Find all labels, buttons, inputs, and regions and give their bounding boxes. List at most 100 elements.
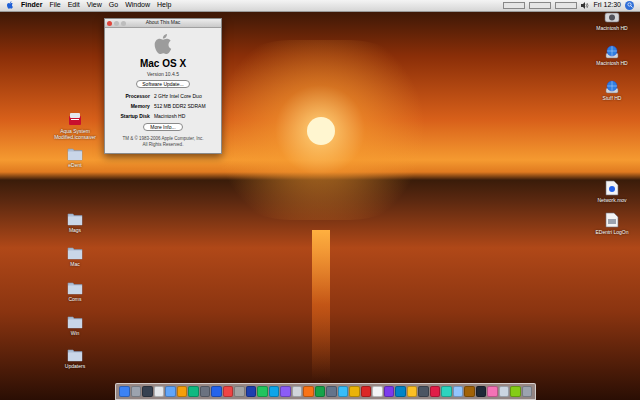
window-body: Mac OS XVersion 10.4.5Software Update...… [105,28,221,153]
dock-item-icon[interactable] [246,386,257,397]
spec-value: 2 GHz Intel Core Duo [154,93,206,99]
dock-item-icon[interactable] [269,386,280,397]
dock-item-icon[interactable] [211,386,222,397]
desktop-icon-label: Win [49,330,101,336]
folder-icon [67,147,83,161]
dock-item-icon[interactable] [223,386,234,397]
dock-item-icon[interactable] [476,386,487,397]
desktop-icon-label: Macintosh HD [586,25,638,31]
dock-item-icon[interactable] [154,386,165,397]
folder-icon [67,246,83,260]
title-bar[interactable]: About This Mac [105,19,221,28]
desktop-icon-label: Mags [49,227,101,233]
menu-item[interactable]: Go [109,0,118,11]
dock-item-icon[interactable] [395,386,406,397]
memory-meter [529,2,551,9]
menu-item[interactable]: Help [157,0,171,11]
desktop-icon[interactable]: Coms [49,281,101,302]
dock-item-icon[interactable] [510,386,521,397]
dock-item-icon[interactable] [499,386,510,397]
menu-item[interactable]: View [87,0,102,11]
dock-item-icon[interactable] [441,386,452,397]
desktop-icon[interactable]: Network.mov [586,180,638,203]
desktop-icon[interactable]: Macintosh HD [586,45,638,66]
spec-label: Startup Disk [120,113,149,119]
dock-item-icon[interactable] [384,386,395,397]
dock-item-icon[interactable] [361,386,372,397]
zoom-button [121,21,126,26]
menu-item[interactable]: Finder [21,0,42,11]
menu-bar: Finder File Edit View Go Window Help Fri 12:30 [0,0,640,12]
dock-item-icon[interactable] [165,386,176,397]
disk-meter [555,2,577,9]
desktop-icon-label: Coms [49,296,101,302]
dock-item-icon[interactable] [407,386,418,397]
desktop-icon[interactable]: Aqua System Modified.iconsaver [49,111,101,140]
close-button[interactable] [107,21,112,26]
dock-item-icon[interactable] [292,386,303,397]
specs: Processor2 GHz Intel Core DuoMemory512 M… [120,93,205,119]
desktop-icon-label: Stuff HD [586,95,638,101]
menu-item[interactable]: File [49,0,60,11]
dock-item-icon[interactable] [303,386,314,397]
desktop-icon-label: EDentri LogOn [586,229,638,235]
dock-item-icon[interactable] [177,386,188,397]
desktop-icon-label: Aqua System Modified.iconsaver [49,128,101,140]
apple-menu-icon[interactable] [6,1,14,9]
desktop-icon[interactable]: Mac [49,246,101,267]
desktop-icon[interactable]: Updaters [49,348,101,369]
document-icon [605,212,619,228]
spotlight-icon[interactable] [625,1,634,10]
dock-item-icon[interactable] [142,386,153,397]
dock-item-icon[interactable] [487,386,498,397]
desktop-icon[interactable]: Macintosh HD [586,10,638,31]
dock-item-icon[interactable] [326,386,337,397]
spec-value: Macintosh HD [154,113,206,119]
copyright: TM & © 1983-2006 Apple Computer, Inc.All… [122,136,203,148]
apple-logo-icon [152,32,174,56]
sun-reflection [312,230,330,380]
minimize-button [114,21,119,26]
desktop-icon[interactable]: Stuff HD [586,80,638,101]
dock-item-icon[interactable] [234,386,245,397]
desktop-icon[interactable]: Win [49,315,101,336]
more-info-button[interactable]: More Info... [143,123,182,131]
menu-item[interactable]: Window [125,0,150,11]
folder-icon [67,281,83,295]
dock-item-icon[interactable] [315,386,326,397]
dock-item-icon[interactable] [119,386,130,397]
desktop-icon-label: eDent [49,162,101,168]
desktop-icon-label: Network.mov [586,197,638,203]
dock-item-icon[interactable] [131,386,142,397]
dock-item-icon[interactable] [280,386,291,397]
desktop-icon[interactable]: eDent [49,147,101,168]
hard-disk-icon [604,10,620,24]
software-update-button[interactable]: Software Update... [136,80,189,88]
dock-item-icon[interactable] [522,386,533,397]
desktop-icon[interactable]: EDentri LogOn [586,212,638,235]
desktop: Finder File Edit View Go Window Help Fri 12:30 A… [0,0,640,400]
dock-item-icon[interactable] [200,386,211,397]
folder-icon [67,212,83,226]
version: Version 10.4.5 [147,71,179,77]
dock-item-icon[interactable] [257,386,268,397]
folder-icon [67,315,83,329]
dock-item-icon[interactable] [338,386,349,397]
clock[interactable]: Fri 12:30 [593,0,621,11]
dock-item-icon[interactable] [188,386,199,397]
dock-item-icon[interactable] [453,386,464,397]
spec-label: Memory [120,103,149,109]
cpu-meter [503,2,525,9]
sun [307,117,335,145]
movie-file-icon [605,180,619,196]
menu-item[interactable]: Edit [68,0,80,11]
desktop-icon-label: Updaters [49,363,101,369]
dock-item-icon[interactable] [464,386,475,397]
dock-item-icon[interactable] [430,386,441,397]
volume-icon[interactable] [581,2,589,9]
iconsaver-icon [67,111,83,127]
dock-item-icon[interactable] [372,386,383,397]
desktop-icon[interactable]: Mags [49,212,101,233]
dock-item-icon[interactable] [418,386,429,397]
dock-item-icon[interactable] [349,386,360,397]
